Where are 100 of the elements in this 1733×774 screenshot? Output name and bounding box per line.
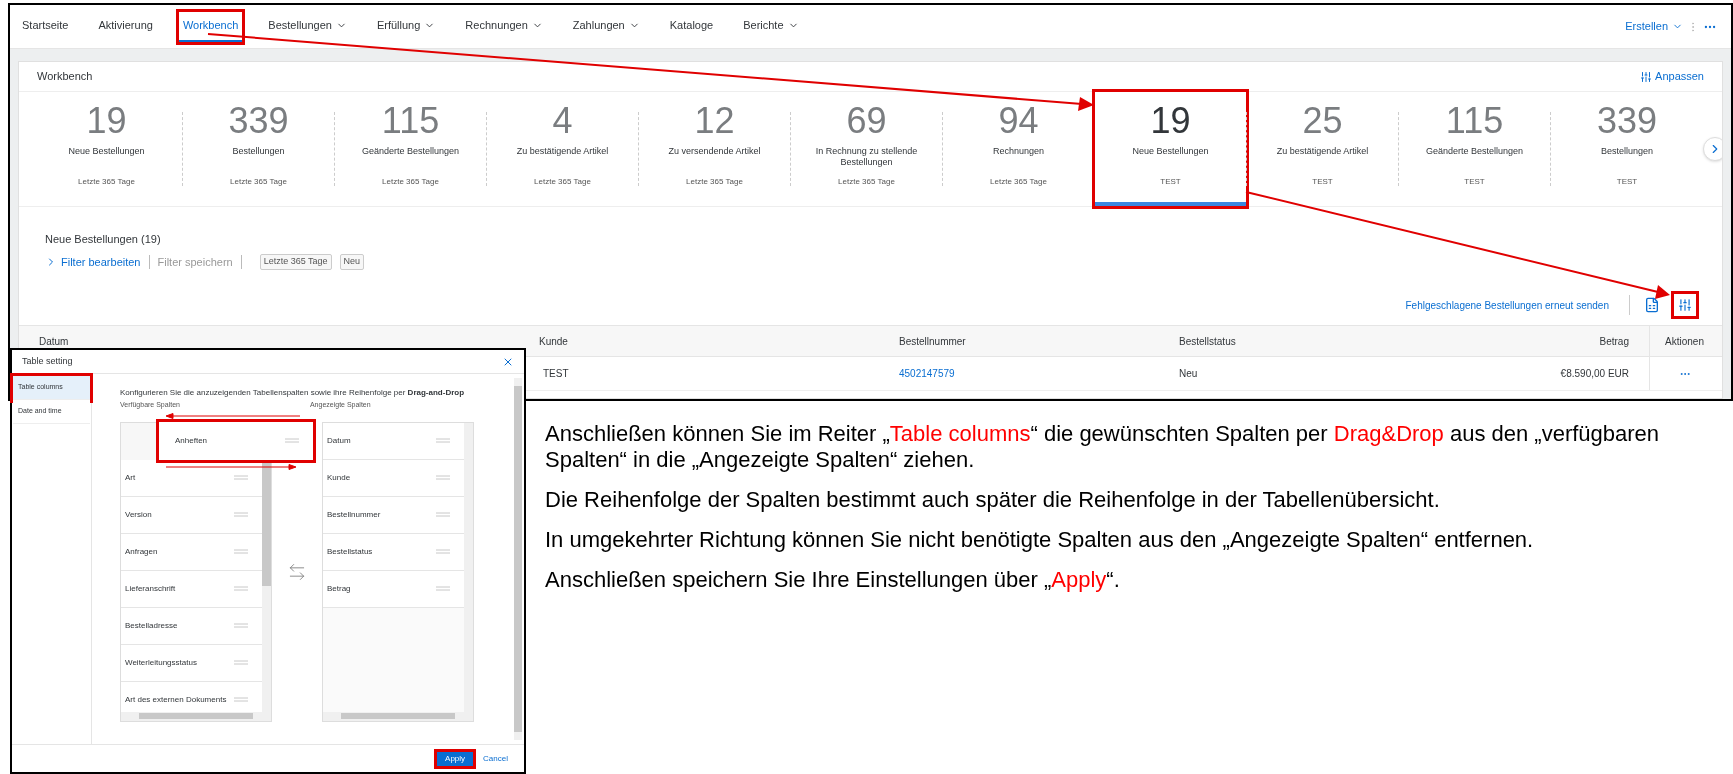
- drag-handle-icon[interactable]: [234, 512, 248, 517]
- column-list-item[interactable]: Bestellstatus: [323, 533, 464, 571]
- filter-chip: Neu: [339, 254, 365, 270]
- kpi-period: Letzte 365 Tage: [534, 176, 591, 188]
- drag-handle-icon[interactable]: [436, 586, 450, 591]
- nav-tab[interactable]: Aktivierung: [94, 11, 157, 42]
- column-header: Aktionen: [1649, 326, 1719, 356]
- kpi-label: Neue Bestellungen: [1131, 146, 1210, 158]
- column-header: Datum: [38, 334, 70, 349]
- instruction-text: Konfigurieren Sie die anzuzeigenden Tabellenspalten sowie ihre Reihenfolge per Drag-and-Drop: [120, 388, 466, 398]
- scrollbar[interactable]: [514, 378, 522, 740]
- drag-handle-icon[interactable]: [234, 623, 248, 628]
- kpi-count: 339: [1596, 100, 1658, 142]
- column-list-item[interactable]: Datum: [323, 422, 464, 460]
- kpi-period: Letzte 365 Tage: [78, 176, 135, 188]
- instruction-paragraph: Anschließen speichern Sie Ihre Einstellungen über „Apply“.: [545, 567, 1121, 593]
- column-list-item[interactable]: Lieferanschrift: [121, 570, 262, 608]
- kpi-tile[interactable]: 115 Geänderte Bestellungen TEST: [1399, 92, 1550, 206]
- kpi-tile[interactable]: 19 Neue Bestellungen Letzte 365 Tage: [31, 92, 182, 206]
- drag-handle-icon[interactable]: [234, 475, 248, 480]
- nav-tab[interactable]: Startseite: [18, 11, 73, 42]
- kpi-label: Zu versendende Artikel: [667, 146, 762, 158]
- kpi-tile[interactable]: 25 Zu bestätigende Artikel TEST: [1247, 92, 1398, 206]
- kpi-count: 19: [86, 100, 127, 142]
- kpi-count: 4: [552, 100, 573, 142]
- drag-handle-icon[interactable]: [285, 438, 299, 443]
- kpi-label: In Rechnung zu stellende Bestellungen: [814, 146, 919, 169]
- kpi-tile[interactable]: 115 Geänderte Bestellungen Letzte 365 Tage: [335, 92, 486, 206]
- column-header: Betrag: [1598, 334, 1630, 349]
- nav-tab[interactable]: Rechnungen: [461, 11, 547, 42]
- instruction-paragraph: Anschließen können Sie im Reiter „Table columns“ die gewünschten Spalten per Drag&Drop aus den „verfügbaren Spalten“ in die „Angezeigte Spalten“ ziehen.: [545, 421, 1661, 473]
- kpi-count: 12: [694, 100, 735, 142]
- sliders-icon: [1640, 70, 1653, 83]
- nav-tab[interactable]: Zahlungen: [568, 11, 644, 42]
- kpi-label: Geänderte Bestellungen: [360, 146, 461, 158]
- scrollbar[interactable]: [121, 711, 271, 721]
- column-list-item[interactable]: Weiterleitungsstatus: [121, 644, 262, 682]
- kpi-tile[interactable]: 12 Zu versendende Artikel Letzte 365 Tage: [639, 92, 790, 206]
- kpi-count: 19: [1150, 100, 1191, 142]
- next-button[interactable]: [1703, 137, 1722, 161]
- kpi-label: Neue Bestellungen: [67, 146, 146, 158]
- column-header: Bestellnummer: [898, 334, 967, 349]
- kpi-count: 115: [1445, 100, 1504, 142]
- edit-filter-link[interactable]: Filter bearbeiten: [45, 253, 141, 270]
- column-list-item[interactable]: Bestelladresse: [121, 607, 262, 645]
- table-cell-text: €8.590,00 EUR: [1559, 367, 1630, 381]
- drag-handle-icon[interactable]: [436, 438, 450, 443]
- filter-chip: Letzte 365 Tage: [259, 254, 332, 270]
- create-menu-button[interactable]: Erstellen: [1625, 18, 1683, 35]
- kpi-period: TEST: [1160, 176, 1181, 188]
- kpi-label: Rechnungen: [991, 146, 1045, 158]
- customize-button[interactable]: Anpassen: [1640, 68, 1704, 85]
- drag-handle-icon[interactable]: [436, 475, 450, 480]
- kpi-period: Letzte 365 Tage: [838, 176, 895, 188]
- column-list-item[interactable]: Betrag: [323, 570, 464, 608]
- kpi-count: 69: [846, 100, 887, 142]
- nav-tab[interactable]: Workbench: [178, 11, 243, 42]
- kpi-tile[interactable]: 94 Rechnungen Letzte 365 Tage: [943, 92, 1094, 206]
- nav-tab[interactable]: Bestellungen: [264, 11, 351, 42]
- kpi-tile[interactable]: 19 Neue Bestellungen TEST: [1095, 92, 1246, 206]
- dragged-column-item[interactable]: Anheften: [159, 421, 313, 460]
- column-list-item[interactable]: Kunde: [323, 459, 464, 497]
- cancel-button[interactable]: Cancel: [481, 752, 510, 765]
- drag-handle-icon[interactable]: [234, 697, 248, 702]
- drag-handle-icon[interactable]: [436, 549, 450, 554]
- spreadsheet-icon[interactable]: [1644, 297, 1660, 313]
- column-list-item[interactable]: Version: [121, 496, 262, 534]
- drag-handle-icon[interactable]: [436, 512, 450, 517]
- kpi-tile[interactable]: 4 Zu bestätigende Artikel Letzte 365 Tage: [487, 92, 638, 206]
- apply-button[interactable]: Apply: [437, 751, 474, 766]
- kpi-label: Zu bestätigende Artikel: [1275, 146, 1370, 158]
- table-settings-button[interactable]: [1674, 294, 1696, 316]
- kpi-period: TEST: [1312, 176, 1333, 188]
- kpi-tile[interactable]: 69 In Rechnung zu stellende Bestellungen Letzte 365 Tage: [791, 92, 942, 206]
- nav-tab[interactable]: Erfüllung: [372, 11, 440, 42]
- kpi-label: Bestellungen: [1599, 146, 1654, 158]
- drag-handle-icon[interactable]: [234, 586, 248, 591]
- column-list-item[interactable]: Art des externen Dokuments: [121, 681, 262, 712]
- table-cell-text: TEST: [542, 367, 570, 381]
- order-number-link[interactable]: 4502147579: [879, 357, 1159, 390]
- kpi-tile[interactable]: 339 Bestellungen TEST: [1551, 92, 1703, 206]
- drag-handle-icon[interactable]: [234, 549, 248, 554]
- kpi-period: Letzte 365 Tage: [990, 176, 1047, 188]
- drag-handle-icon[interactable]: [234, 660, 248, 665]
- resend-link[interactable]: Fehlgeschlagene Bestellungen erneut senden: [1405, 297, 1609, 313]
- kpi-period: Letzte 365 Tage: [230, 176, 287, 188]
- kpi-tile[interactable]: 339 Bestellungen Letzte 365 Tage: [183, 92, 334, 206]
- instruction-paragraph: Die Reihenfolge der Spalten bestimmt auch später die Reihenfolge in der Tabellenübersicht.: [545, 487, 1441, 513]
- nav-tab[interactable]: Kataloge: [665, 11, 718, 42]
- column-list-item[interactable]: Bestellnummer: [323, 496, 464, 534]
- column-list-item[interactable]: Anfragen: [121, 533, 262, 571]
- scrollbar[interactable]: [464, 422, 473, 712]
- swap-arrows-icon: [287, 561, 307, 582]
- dialog-title: Table setting: [22, 354, 73, 368]
- scrollbar[interactable]: [323, 711, 473, 721]
- column-header: Kunde: [538, 334, 569, 349]
- nav-tab[interactable]: Berichte: [739, 11, 803, 42]
- kpi-count: 339: [228, 100, 289, 142]
- instruction-paragraph: In umgekehrter Richtung können Sie nicht benötigte Spalten aus den „Angezeigte Spalten“ entfernen.: [545, 527, 1535, 553]
- column-header: Bestellstatus: [1178, 334, 1237, 349]
